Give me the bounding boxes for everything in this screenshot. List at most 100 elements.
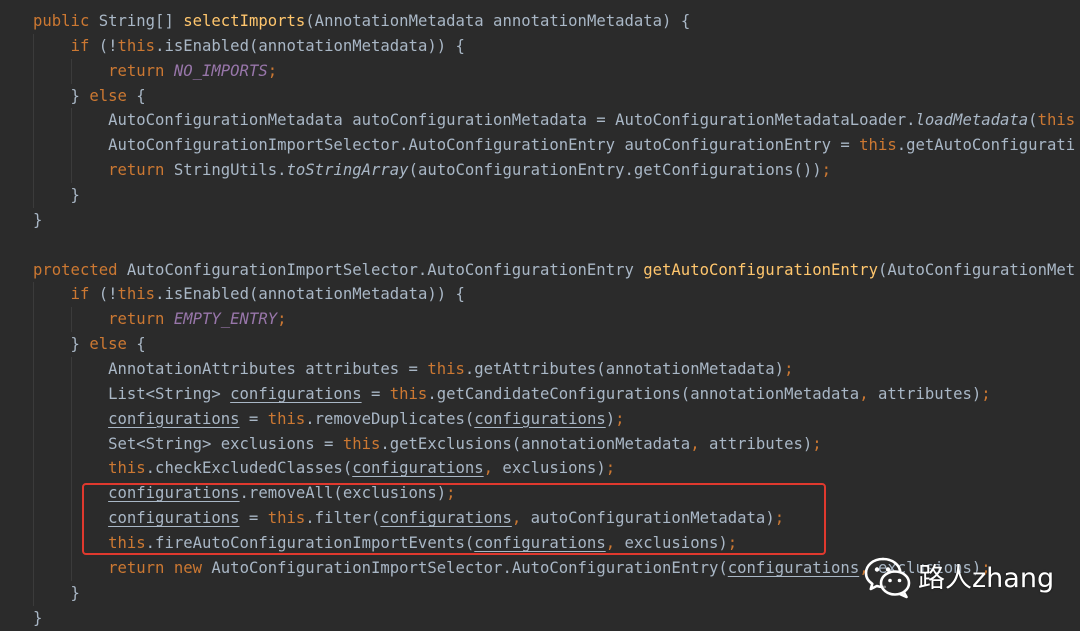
code-method-name: selectImports <box>183 12 306 30</box>
code-line[interactable]: AutoConfigurationMetadata autoConfigurat… <box>33 108 1080 133</box>
code-line[interactable]: return StringUtils.toStringArray(autoCon… <box>33 158 1080 183</box>
code-static-method-call: toStringArray <box>286 161 409 180</box>
code-text: { <box>126 335 146 354</box>
code-line[interactable]: public String[] selectImports(Annotation… <box>33 9 1080 34</box>
code-keyword: ; <box>615 409 625 428</box>
code-keyword: this <box>108 459 146 478</box>
code-method-name: getAutoConfigurationEntry <box>643 260 878 279</box>
code-keyword: this <box>267 409 306 428</box>
code-text: AutoConfigurationMetadata autoConfigurat… <box>33 111 916 130</box>
code-text: AutoConfigurationImportSelector.AutoConf… <box>33 136 860 155</box>
code-keyword: this <box>117 36 156 55</box>
code-text: AnnotationAttributes attributes = <box>33 360 428 379</box>
code-line[interactable]: } <box>33 208 1080 233</box>
code-line[interactable]: return NO_IMPORTS; <box>33 59 1080 84</box>
code-line[interactable]: if (!this.isEnabled(annotationMetadata))… <box>33 282 1080 307</box>
code-line[interactable]: this.checkExcludedClasses(configurations… <box>33 456 1080 481</box>
code-variable: configurations <box>727 558 860 577</box>
code-variable: configurations <box>230 384 362 403</box>
code-keyword: ; <box>812 434 822 453</box>
code-text: (AnnotationMetadata annotationMetadata) … <box>305 12 691 30</box>
code-text: attributes) <box>699 434 813 453</box>
code-text: Set<String> exclusions = <box>33 434 343 453</box>
code-keyword: public <box>33 12 90 30</box>
code-text: AutoConfigurationImportSelector.AutoConf… <box>117 260 644 279</box>
code-keyword: return <box>108 558 165 577</box>
code-keyword: , <box>690 434 700 453</box>
code-line[interactable]: } else { <box>33 332 1080 357</box>
code-text: (! <box>89 285 118 304</box>
code-keyword: this <box>342 434 381 453</box>
watermark-text: 路人zhang <box>918 563 1055 594</box>
code-keyword: this <box>427 360 465 379</box>
code-keyword: , <box>483 459 494 478</box>
code-text: .checkExcludedClasses( <box>145 459 353 478</box>
code-keyword: else <box>89 86 127 105</box>
code-keyword: if <box>70 285 90 304</box>
code-text: List<String> <box>33 384 231 403</box>
code-text: String[] <box>89 12 184 30</box>
code-line[interactable]: if (!this.isEnabled(annotationMetadata))… <box>33 34 1080 59</box>
code-line[interactable] <box>33 233 1080 258</box>
code-text: { <box>126 86 146 105</box>
code-text: attributes) <box>868 384 982 403</box>
code-keyword: protected <box>33 260 118 279</box>
wechat-icon <box>864 555 912 599</box>
code-text: } <box>33 335 90 354</box>
code-keyword: return <box>108 161 165 180</box>
code-keyword: this <box>117 285 156 304</box>
code-text: exclusions) <box>493 459 606 478</box>
code-line[interactable]: AutoConfigurationImportSelector.AutoConf… <box>33 133 1080 158</box>
code-text: .isEnabled(annotationMetadata)) { <box>155 285 465 304</box>
code-keyword: ; <box>605 459 616 478</box>
code-text: } <box>33 608 43 627</box>
code-variable: configurations <box>352 459 484 478</box>
code-text: StringUtils. <box>164 161 287 180</box>
code-line[interactable]: configurations = this.removeDuplicates(c… <box>33 407 1080 432</box>
code-text: AutoConfigurationImportSelector.AutoConf… <box>202 558 728 577</box>
code-text: } <box>33 583 80 602</box>
code-line[interactable]: } <box>33 606 1080 631</box>
code-text: } <box>33 186 80 205</box>
code-text: .removeDuplicates( <box>305 409 475 428</box>
code-text: .isEnabled(annotationMetadata)) { <box>155 36 465 55</box>
code-keyword: this <box>389 384 428 403</box>
code-text: .getAutoConfigurati <box>896 136 1076 155</box>
code-line[interactable]: List<String> configurations = this.getCa… <box>33 382 1080 407</box>
code-keyword: if <box>70 36 90 55</box>
code-keyword: this <box>1037 111 1076 130</box>
code-line[interactable]: return EMPTY_ENTRY; <box>33 307 1080 332</box>
code-keyword: return <box>108 61 165 80</box>
code-line[interactable]: protected AutoConfigurationImportSelecto… <box>33 258 1080 283</box>
code-text: .getAttributes(annotationMetadata) <box>464 360 785 379</box>
code-editor[interactable]: public String[] selectImports(Annotation… <box>0 0 1080 631</box>
code-line[interactable]: } else { <box>33 84 1080 109</box>
code-line[interactable]: Set<String> exclusions = this.getExclusi… <box>33 432 1080 457</box>
code-keyword: else <box>89 335 127 354</box>
code-keyword: ; <box>267 61 278 80</box>
code-text: = <box>239 409 268 428</box>
code-variable: configurations <box>108 409 240 428</box>
code-keyword: new <box>173 558 203 577</box>
code-text: ( <box>1028 111 1038 130</box>
code-text: } <box>33 210 43 229</box>
code-text: .getCandidateConfigurations(annotationMe… <box>427 384 860 403</box>
code-text: ) <box>605 409 616 428</box>
code-keyword: ; <box>981 384 991 403</box>
code-line[interactable]: } <box>33 183 1080 208</box>
code-text: (AutoConfigurationMet <box>877 260 1076 279</box>
code-keyword: , <box>859 384 869 403</box>
code-text: } <box>33 86 90 105</box>
code-text: = <box>361 384 390 403</box>
code-line[interactable]: AnnotationAttributes attributes = this.g… <box>33 357 1080 382</box>
